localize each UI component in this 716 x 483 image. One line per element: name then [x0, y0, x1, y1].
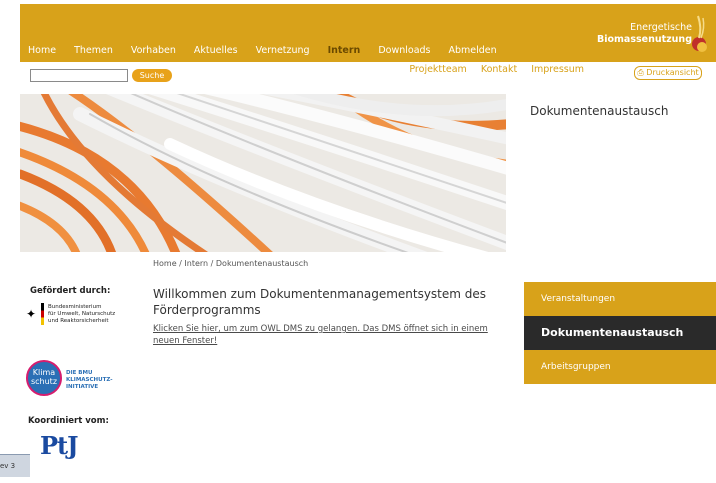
klimaschutz-text: DIE BMU KLIMASCHUTZ- INITIATIVE [66, 370, 113, 391]
coordination-label: Koordiniert vom: [28, 416, 109, 426]
page-title: Willkommen zum Dokumentenmanagementsyste… [153, 287, 487, 317]
dms-link[interactable]: Klicken Sie hier, um zum OWL DMS zu gela… [153, 323, 493, 347]
nav-home[interactable]: Home [28, 45, 56, 56]
ptj-logo-text: PtJ [40, 431, 79, 460]
bmu-line-3: und Reaktorsicherheit [48, 318, 109, 324]
ptj-logo[interactable]: PtJ [40, 434, 100, 472]
funding-label: Gefördert durch: [30, 286, 111, 296]
left-margin [0, 0, 20, 483]
wheat-logo-icon [692, 15, 707, 52]
nav-vernetzung[interactable]: Vernetzung [256, 45, 310, 56]
nav-downloads[interactable]: Downloads [378, 45, 430, 56]
logo-line-1: Energetische [630, 22, 692, 33]
cables-image [20, 94, 506, 252]
search-input[interactable] [30, 69, 128, 82]
print-label: Druckansicht [646, 68, 699, 77]
eagle-icon: ✦ [26, 307, 37, 321]
site-logo[interactable]: Energetische Biomassenutzung [597, 22, 692, 46]
search-button[interactable]: Suche [132, 69, 172, 82]
link-impressum[interactable]: Impressum [531, 64, 584, 75]
link-kontakt[interactable]: Kontakt [481, 64, 517, 75]
header-bar: Home Themen Vorhaben Aktuelles Vernetzun… [20, 4, 716, 62]
taskbar-item[interactable]: ev 3 [0, 454, 30, 477]
klima-line-1: DIE BMU [66, 370, 93, 376]
top-links: Projektteam Kontakt Impressum [395, 64, 584, 75]
klimaschutz-logo[interactable]: Klima schutz DIE BMU KLIMASCHUTZ- INITIA… [26, 360, 136, 400]
link-projektteam[interactable]: Projektteam [409, 64, 466, 75]
german-flag-icon [41, 303, 44, 325]
nav-aktuelles[interactable]: Aktuelles [194, 45, 238, 56]
bmu-text: Bundesministerium für Umwelt, Naturschut… [48, 304, 115, 325]
nav-abmelden[interactable]: Abmelden [449, 45, 497, 56]
print-view-button[interactable]: ⎙ Druckansicht [634, 66, 702, 80]
side-menu: Veranstaltungen Dokumentenaustausch Arbe… [524, 282, 716, 384]
klima-line-3: INITIATIVE [66, 384, 99, 390]
bmu-line-1: Bundesministerium [48, 304, 102, 310]
logo-line-2: Biomassenutzung [596, 34, 692, 45]
hero-image [20, 94, 506, 252]
nav-themen[interactable]: Themen [74, 45, 113, 56]
bmu-logo[interactable]: ✦ Bundesministerium für Umwelt, Natursch… [26, 303, 136, 333]
printer-icon: ⎙ [637, 68, 647, 77]
side-menu-dokumentenaustausch[interactable]: Dokumentenaustausch [524, 316, 716, 350]
nav-intern[interactable]: Intern [328, 45, 361, 56]
sidebar-title: Dokumentenaustausch [530, 104, 669, 118]
nav-vorhaben[interactable]: Vorhaben [131, 45, 176, 56]
main-navigation: Home Themen Vorhaben Aktuelles Vernetzun… [28, 45, 515, 56]
bmu-line-2: für Umwelt, Naturschutz [48, 311, 116, 317]
klima-line-2: KLIMASCHUTZ- [66, 377, 113, 383]
page-frame: Home Themen Vorhaben Aktuelles Vernetzun… [20, 4, 716, 483]
breadcrumb: Home / Intern / Dokumentenaustausch [153, 259, 309, 268]
search-row: Suche Projektteam Kontakt Impressum [20, 62, 716, 92]
klimaschutz-badge: Klima schutz [26, 360, 62, 396]
side-menu-veranstaltungen[interactable]: Veranstaltungen [524, 282, 716, 316]
side-menu-arbeitsgruppen[interactable]: Arbeitsgruppen [524, 350, 716, 384]
